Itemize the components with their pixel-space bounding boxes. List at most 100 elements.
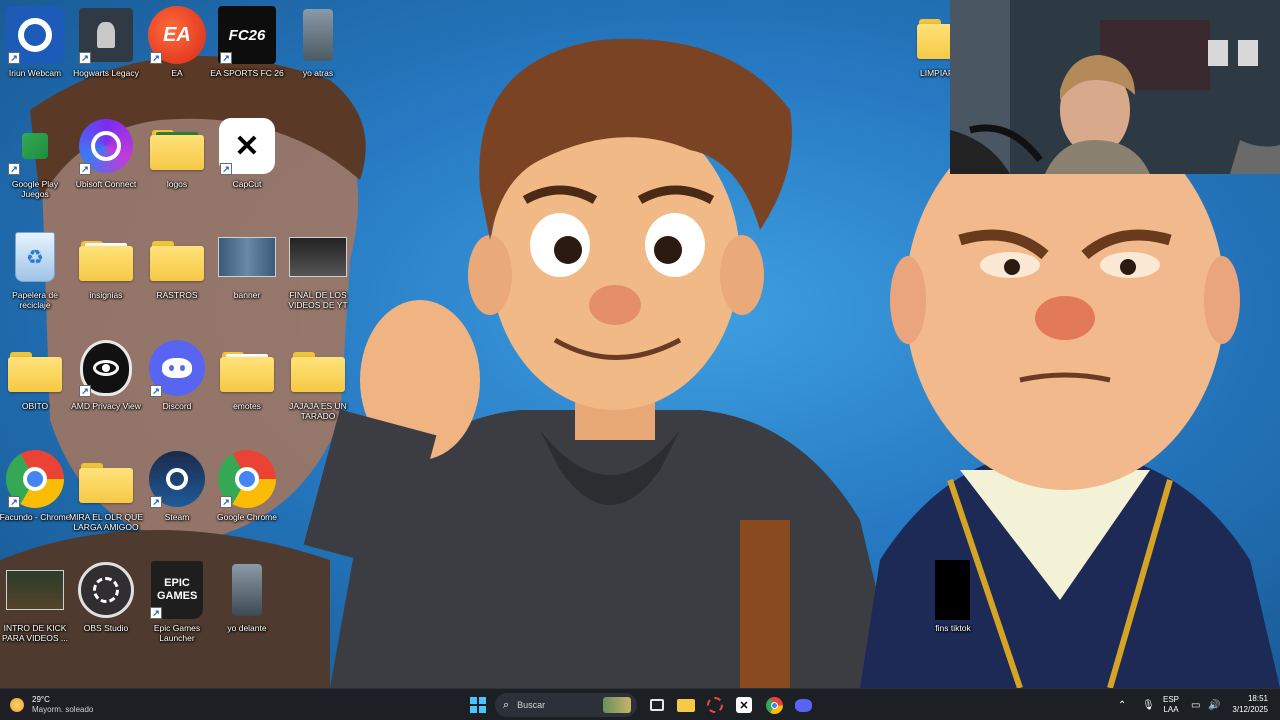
desktop-icon-label: EA bbox=[171, 68, 183, 78]
webcam-overlay bbox=[950, 0, 1280, 174]
desktop-icon-epic-games[interactable]: EPIC GAMES ↗ Epic Games Launcher bbox=[142, 557, 212, 665]
desktop-icon-google-chrome[interactable]: ↗ Google Chrome bbox=[212, 446, 282, 554]
desktop-icon-iriun-webcam[interactable]: ↗ Iriun Webcam bbox=[0, 2, 70, 110]
discord-taskbar-button[interactable] bbox=[791, 693, 815, 717]
desktop-icon-label: INTRO DE KICK PARA VIDEOS ... bbox=[2, 623, 68, 643]
desktop-icon-yo-delante[interactable]: yo delante bbox=[212, 557, 282, 665]
recycle-bin-icon: ♻ bbox=[15, 232, 55, 282]
weather-desc: Mayorm. soleado bbox=[32, 705, 94, 714]
obs-studio-icon bbox=[78, 562, 134, 618]
desktop-icon-label: banner bbox=[233, 290, 261, 300]
desktop-icon-facundo-chrome[interactable]: ↗ Facundo - Chrome bbox=[0, 446, 70, 554]
clock[interactable]: 18:51 3/12/2025 bbox=[1232, 693, 1268, 715]
tray-network[interactable]: ▭ bbox=[1191, 689, 1200, 720]
chevron-up-icon: ⌃ bbox=[1118, 699, 1127, 711]
desktop-icon-label: fins tiktok bbox=[935, 623, 971, 633]
search-box[interactable]: ⌕ Buscar bbox=[495, 693, 637, 717]
weather-widget[interactable]: 29°C Mayorm. soleado bbox=[10, 693, 120, 717]
shortcut-arrow-icon: ↗ bbox=[220, 52, 232, 64]
desktop-icon-ea[interactable]: EA ↗ EA bbox=[142, 2, 212, 110]
weather-sun-icon bbox=[10, 698, 24, 712]
desktop-icon-label: JAJAJA ES UN TARADO bbox=[289, 401, 347, 421]
taskbar: 29°C Mayorm. soleado ⌕ Buscar ✕ ⌃ 🎙 ESP … bbox=[0, 688, 1280, 720]
desktop-icon-google-play-juegos[interactable]: ↗ Google Play Juegos bbox=[0, 113, 70, 221]
desktop-icon-mira-el-olr[interactable]: MIRA EL OLR QUE LARGA AMIGOO bbox=[69, 446, 143, 554]
desktop-icon-obito[interactable]: OBITO bbox=[0, 335, 70, 443]
capcut-taskbar-button[interactable]: ✕ bbox=[732, 693, 756, 717]
desktop-icon-obs-studio[interactable]: OBS Studio bbox=[71, 557, 141, 665]
desktop-icon-label: CapCut bbox=[232, 179, 262, 189]
shortcut-arrow-icon: ↗ bbox=[150, 52, 162, 64]
desktop-icon-label: OBITO bbox=[21, 401, 49, 411]
search-highlight-icon bbox=[603, 697, 631, 713]
folder-icon bbox=[220, 352, 274, 392]
fc26-icon-text: FC26 bbox=[228, 26, 266, 44]
desktop-icon-label: Iriun Webcam bbox=[8, 68, 62, 78]
image-file-icon bbox=[232, 564, 262, 616]
desktop-icon-label: Discord bbox=[162, 401, 192, 411]
discord-icon bbox=[794, 698, 812, 712]
desktop-icon-label: Steam bbox=[164, 512, 190, 522]
search-placeholder: Buscar bbox=[517, 700, 546, 710]
desktop-icon-label: AMD Privacy View bbox=[71, 401, 141, 411]
file-explorer-button[interactable] bbox=[674, 693, 698, 717]
file-explorer-icon bbox=[677, 698, 695, 712]
desktop-icon-jajaja[interactable]: JAJAJA ES UN TARADO bbox=[283, 335, 353, 443]
desktop-icon-amd-privacy-view[interactable]: ↗ AMD Privacy View bbox=[71, 335, 141, 443]
tray-overflow-button[interactable]: ⌃ bbox=[1118, 689, 1126, 720]
google-play-games-icon bbox=[22, 133, 48, 159]
desktop-icon-label: RASTROS bbox=[156, 290, 198, 300]
folder-icon bbox=[291, 352, 345, 392]
desktop-icon-papelera[interactable]: ♻ Papelera de reciclaje bbox=[0, 224, 70, 332]
language-indicator[interactable]: ESP LAA bbox=[1163, 689, 1179, 720]
desktop-icon-label: Hogwarts Legacy bbox=[73, 68, 139, 78]
chrome-taskbar-button[interactable] bbox=[762, 693, 786, 717]
desktop-icon-banner[interactable]: banner bbox=[212, 224, 282, 332]
desktop-icon-label: Facundo - Chrome bbox=[0, 512, 71, 522]
desktop-icon-label: emotes bbox=[233, 401, 261, 411]
shortcut-arrow-icon: ↗ bbox=[8, 52, 20, 64]
tray-volume[interactable]: 🔊 bbox=[1208, 689, 1220, 720]
desktop-icon-label: OBS Studio bbox=[83, 623, 129, 633]
desktop-icon-label: Google Chrome bbox=[216, 512, 277, 522]
desktop-icon-intro-kick[interactable]: INTRO DE KICK PARA VIDEOS ... bbox=[0, 557, 70, 665]
folder-icon bbox=[79, 463, 133, 503]
desktop-icon-label: Google Play Juegos bbox=[11, 179, 59, 199]
clock-date: 3/12/2025 bbox=[1232, 705, 1268, 714]
desktop-icon-fins-tiktok[interactable]: fins tiktok bbox=[918, 557, 988, 665]
desktop-icon-ea-sports-fc26[interactable]: FC26 ↗ EA SPORTS FC 26 bbox=[210, 2, 284, 110]
search-icon: ⌕ bbox=[503, 698, 510, 711]
desktop-icon-label: EA SPORTS FC 26 bbox=[210, 68, 284, 78]
snipping-tool-button[interactable] bbox=[703, 693, 727, 717]
video-thumbnail-icon bbox=[6, 570, 64, 610]
desktop-icon-rastros[interactable]: RASTROS bbox=[142, 224, 212, 332]
shortcut-arrow-icon: ↗ bbox=[79, 163, 91, 175]
network-icon: ▭ bbox=[1191, 699, 1201, 711]
desktop-icon-logos[interactable]: logos bbox=[142, 113, 212, 221]
start-button[interactable] bbox=[466, 693, 490, 717]
desktop-icon-steam[interactable]: ↗ Steam bbox=[142, 446, 212, 554]
desktop-icon-ubisoft-connect[interactable]: ↗ Ubisoft Connect bbox=[71, 113, 141, 221]
shortcut-arrow-icon: ↗ bbox=[79, 52, 91, 64]
shortcut-arrow-icon: ↗ bbox=[150, 385, 162, 397]
microphone-icon: 🎙 bbox=[1142, 699, 1155, 711]
shortcut-arrow-icon: ↗ bbox=[220, 496, 232, 508]
chrome-icon bbox=[765, 696, 783, 714]
ea-icon-text: EA bbox=[163, 23, 191, 46]
task-view-button[interactable] bbox=[645, 693, 669, 717]
desktop-icon-capcut[interactable]: ✕ ↗ CapCut bbox=[212, 113, 282, 221]
desktop-icon-emotes[interactable]: emotes bbox=[212, 335, 282, 443]
desktop-icon-insignias[interactable]: insignias bbox=[71, 224, 141, 332]
desktop-icon-final-videos[interactable]: FINAL DE LOS VIDEOS DE YT bbox=[283, 224, 353, 332]
desktop-icon-yo-atras[interactable]: yo atras bbox=[283, 2, 353, 110]
tray-microphone[interactable]: 🎙 bbox=[1142, 689, 1155, 720]
desktop-icon-hogwarts-legacy[interactable]: ↗ Hogwarts Legacy bbox=[71, 2, 141, 110]
desktop-icon-label: Epic Games Launcher bbox=[153, 623, 201, 643]
folder-icon bbox=[150, 241, 204, 281]
shortcut-arrow-icon: ↗ bbox=[150, 496, 162, 508]
desktop-icon-discord[interactable]: ↗ Discord bbox=[142, 335, 212, 443]
image-thumbnail-icon bbox=[289, 237, 347, 277]
weather-temp: 29°C bbox=[32, 695, 50, 704]
epic-games-icon-text: EPIC GAMES bbox=[157, 577, 198, 602]
image-file-icon bbox=[303, 9, 333, 61]
